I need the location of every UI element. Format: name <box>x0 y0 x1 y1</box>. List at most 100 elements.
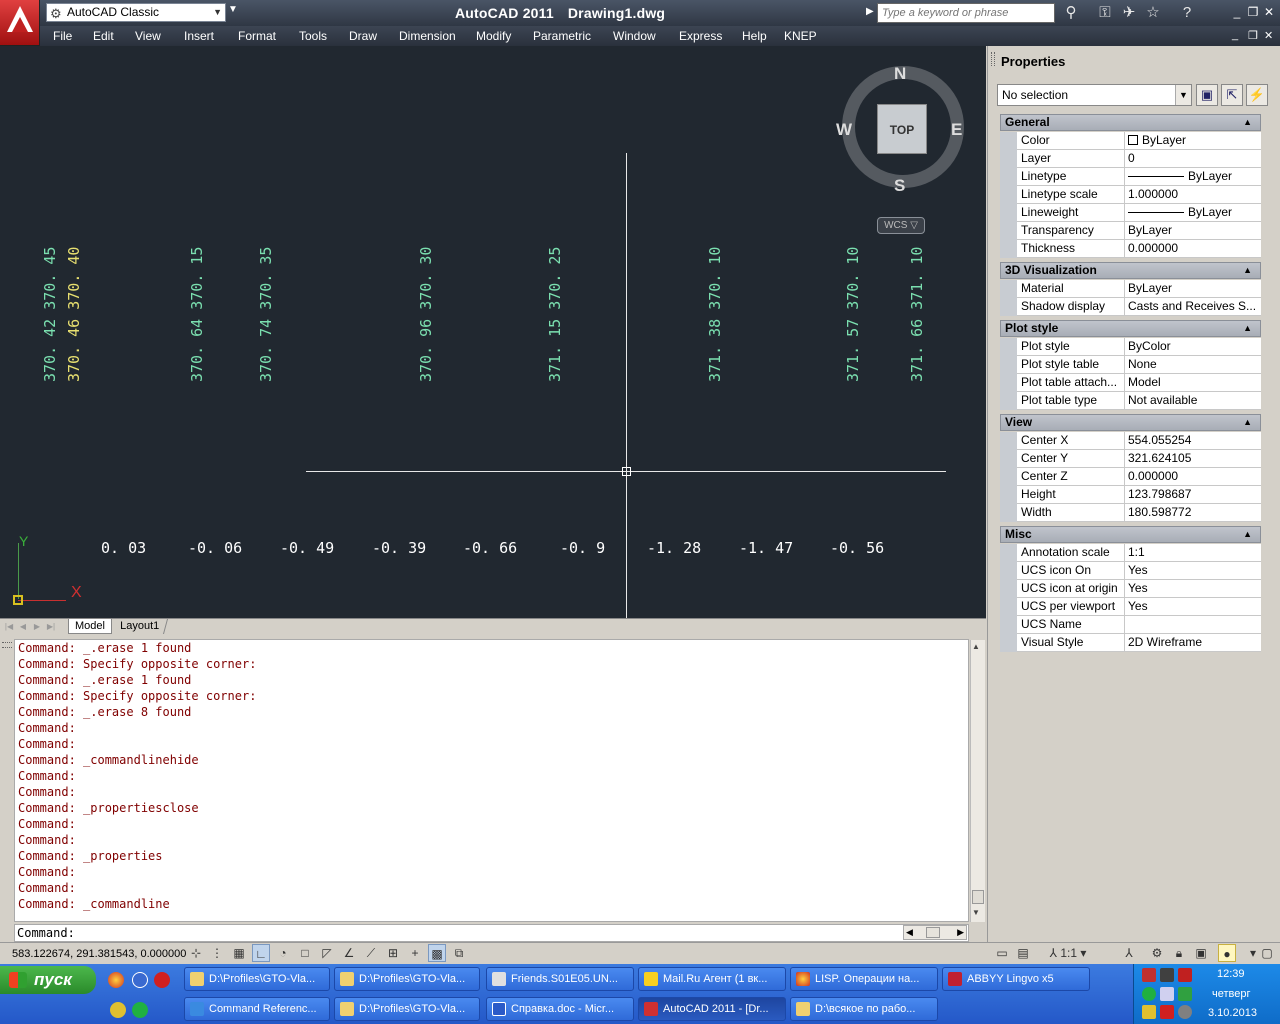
doc-close-icon[interactable]: ✕ <box>1264 29 1273 42</box>
help-icon[interactable]: ? <box>1178 4 1196 22</box>
taskbar-item[interactable]: ABBYY Lingvo x5 <box>942 967 1090 991</box>
infer-constraints-icon[interactable]: ⊹ <box>187 944 205 962</box>
prop-row-thickness[interactable]: Thickness 0.000000 <box>1017 240 1261 258</box>
command-horizontal-scrollbar[interactable]: ◀ ▶ <box>903 925 967 940</box>
clock-time[interactable]: 12:39 <box>1217 968 1245 980</box>
prop-row-color[interactable]: Color ByLayer <box>1017 132 1261 150</box>
menu-tools[interactable]: Tools <box>299 29 327 43</box>
prop-value[interactable]: ByLayer <box>1125 222 1261 240</box>
selection-cycling-icon[interactable]: ⧉ <box>450 944 468 962</box>
menu-draw[interactable]: Draw <box>349 29 377 43</box>
doc-minimize-icon[interactable]: _ <box>1232 29 1238 41</box>
hardware-acceleration-icon[interactable]: ▣ <box>1192 944 1210 962</box>
section-plot-style[interactable]: Plot style ▲ <box>1000 320 1261 337</box>
application-menu-button[interactable] <box>0 0 40 46</box>
ortho-mode-icon[interactable]: ∟ <box>252 944 270 962</box>
prop-value[interactable]: 1:1 <box>1125 544 1261 562</box>
opera-icon[interactable] <box>154 972 170 988</box>
prop-row-visual-style[interactable]: Visual Style 2D Wireframe <box>1017 634 1261 652</box>
compass-north[interactable]: N <box>894 64 906 84</box>
coordinate-readout[interactable]: 583.122674, 291.381543, 0.000000 <box>12 948 186 960</box>
compass-east[interactable]: E <box>951 120 962 140</box>
scroll-left-icon[interactable]: ◀ <box>906 927 913 938</box>
dynamic-input-icon[interactable]: ⟋ <box>362 944 380 962</box>
collapse-icon[interactable]: ▲ <box>1243 321 1252 336</box>
snap-mode-icon[interactable]: ⋮ <box>208 944 226 962</box>
communication-center-icon[interactable]: ✈ <box>1120 4 1138 22</box>
next-tab-icon[interactable]: ▶ <box>32 621 42 632</box>
wcs-menu[interactable]: WCS ▽ <box>877 217 925 234</box>
polar-tracking-icon[interactable]: ◔ <box>274 944 292 962</box>
prop-row-plot-table-attach[interactable]: Plot table attach... Model <box>1017 374 1261 392</box>
prop-row-linetype[interactable]: Linetype ByLayer <box>1017 168 1261 186</box>
tray-icq-icon[interactable] <box>1142 987 1156 1001</box>
prop-value[interactable]: 2D Wireframe <box>1125 634 1261 652</box>
prop-value[interactable]: 321.624105 <box>1125 450 1261 468</box>
quick-view-layouts-icon[interactable]: ▤ <box>1014 944 1032 962</box>
section-3d-visualization[interactable]: 3D Visualization ▲ <box>1000 262 1261 279</box>
prop-row-center-x[interactable]: Center X 554.055254 <box>1017 432 1261 450</box>
object-snap-icon[interactable]: □ <box>296 944 314 962</box>
prop-row-layer[interactable]: Layer 0 <box>1017 150 1261 168</box>
prop-value[interactable]: 0.000000 <box>1125 468 1261 486</box>
taskbar-item[interactable]: D:\всякое по рабо... <box>790 997 938 1021</box>
scroll-up-icon[interactable]: ▲ <box>972 642 980 651</box>
tab-layout1[interactable]: Layout1 <box>111 619 169 634</box>
quick-access-dropdown-icon[interactable]: ▼ <box>228 4 238 15</box>
prop-value[interactable]: ByLayer <box>1125 168 1261 186</box>
prop-value[interactable]: None <box>1125 356 1261 374</box>
compass-south[interactable]: S <box>894 176 905 196</box>
tray-app-icon[interactable] <box>1178 968 1192 982</box>
tray-app-icon[interactable] <box>1178 987 1192 1001</box>
isolate-objects-icon[interactable]: ● <box>1218 944 1236 962</box>
search-input[interactable] <box>877 3 1055 23</box>
menu-dimension[interactable]: Dimension <box>399 29 456 43</box>
prev-tab-icon[interactable]: ◀ <box>18 621 28 632</box>
prop-value[interactable]: Yes <box>1125 598 1261 616</box>
prop-row-plot-style[interactable]: Plot style ByColor <box>1017 338 1261 356</box>
prop-value[interactable]: 1.000000 <box>1125 186 1261 204</box>
menu-file[interactable]: File <box>53 29 72 43</box>
last-tab-icon[interactable]: ▶| <box>46 621 56 632</box>
prop-row-ucs-icon-at-origin[interactable]: UCS icon at origin Yes <box>1017 580 1261 598</box>
menu-help[interactable]: Help <box>742 29 767 43</box>
prop-value[interactable]: Yes <box>1125 580 1261 598</box>
prop-value[interactable]: ByColor <box>1125 338 1261 356</box>
selection-dropdown[interactable]: No selection ▼ <box>997 84 1192 106</box>
app-quicklaunch-icon[interactable] <box>132 972 148 988</box>
taskbar-item-active[interactable]: AutoCAD 2011 - [Dr... <box>638 997 786 1021</box>
taskbar-item[interactable]: D:\Profiles\GTO-Vla... <box>184 967 330 991</box>
prop-row-lineweight[interactable]: Lineweight ByLayer <box>1017 204 1261 222</box>
tray-network-icon[interactable] <box>1160 987 1174 1001</box>
prop-row-ucs-per-viewport[interactable]: UCS per viewport Yes <box>1017 598 1261 616</box>
prop-value[interactable]: 0 <box>1125 150 1261 168</box>
menu-express[interactable]: Express <box>679 29 722 43</box>
section-misc[interactable]: Misc ▲ <box>1000 526 1261 543</box>
scroll-right-icon[interactable]: ▶ <box>957 927 964 938</box>
prop-value[interactable]: 554.055254 <box>1125 432 1261 450</box>
grid-display-icon[interactable]: ▦ <box>230 944 248 962</box>
prop-row-ucs-icon-on[interactable]: UCS icon On Yes <box>1017 562 1261 580</box>
scroll-thumb[interactable] <box>972 890 984 904</box>
tray-volume-icon[interactable] <box>1178 1005 1192 1019</box>
tray-app-icon[interactable] <box>1160 968 1174 982</box>
minimize-icon[interactable]: _ <box>1230 5 1244 19</box>
favorites-star-icon[interactable]: ☆ <box>1144 4 1162 22</box>
prop-row-transparency[interactable]: Transparency ByLayer <box>1017 222 1261 240</box>
annotation-scale-dropdown[interactable]: ⅄ 1:1 ▾ <box>1046 944 1090 962</box>
section-view[interactable]: View ▲ <box>1000 414 1261 431</box>
prop-value[interactable]: 180.598772 <box>1125 504 1261 522</box>
search-expand-icon[interactable]: ▶ <box>866 6 874 17</box>
prop-row-height[interactable]: Height 123.798687 <box>1017 486 1261 504</box>
command-input[interactable] <box>14 924 969 942</box>
prop-row-center-z[interactable]: Center Z 0.000000 <box>1017 468 1261 486</box>
palette-grip[interactable] <box>991 52 995 66</box>
binoculars-icon[interactable]: ⚲ <box>1062 4 1080 22</box>
prop-row-annotation-scale[interactable]: Annotation scale 1:1 <box>1017 544 1261 562</box>
prop-row-ucs-name[interactable]: UCS Name <box>1017 616 1261 634</box>
tray-app-icon[interactable] <box>1142 1005 1156 1019</box>
prop-row-linetype-scale[interactable]: Linetype scale 1.000000 <box>1017 186 1261 204</box>
prop-row-shadow-display[interactable]: Shadow display Casts and Receives S... <box>1017 298 1261 316</box>
taskbar-item[interactable]: Command Referenc... <box>184 997 330 1021</box>
quick-properties-icon[interactable]: ▩ <box>428 944 446 962</box>
